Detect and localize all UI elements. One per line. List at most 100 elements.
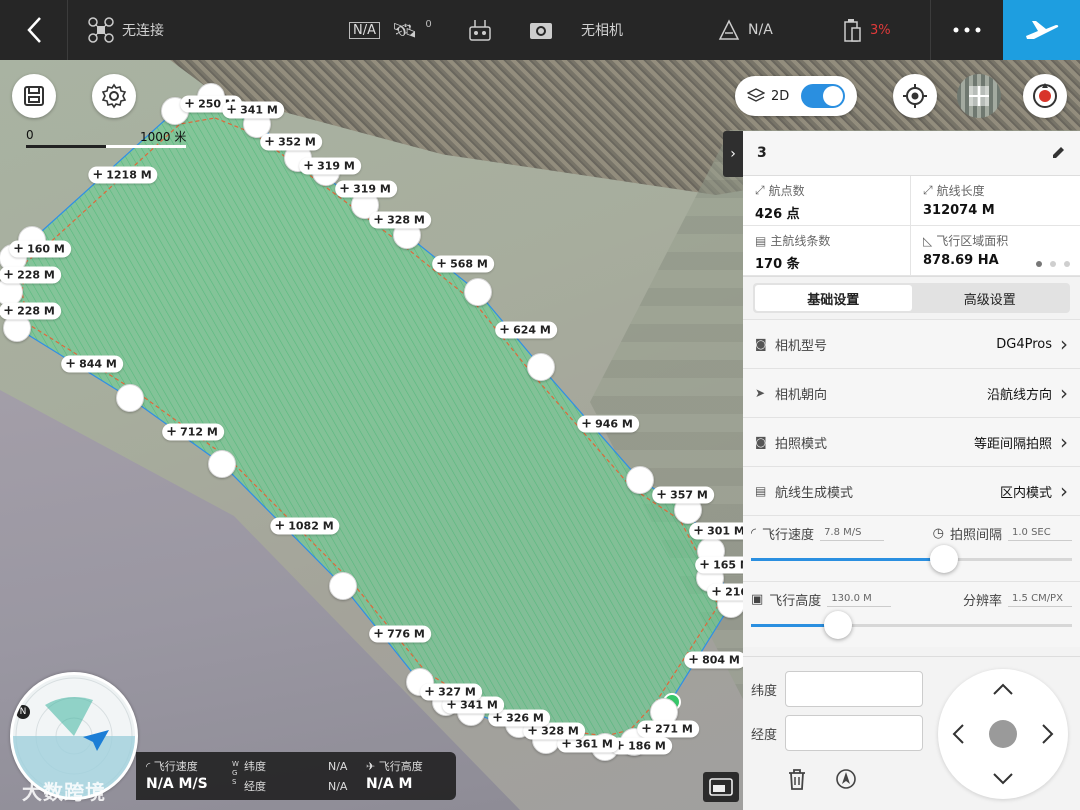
watermark: 大数跨境 <box>22 780 106 804</box>
route-list-icon: ▤ <box>755 233 767 248</box>
distance-text: 776 M <box>387 627 425 641</box>
speed-slider-track[interactable] <box>751 545 1072 573</box>
waypoint-marker[interactable] <box>464 278 492 306</box>
panel-collapse-button[interactable]: › <box>723 131 743 177</box>
distance-text: 1082 M <box>288 519 334 533</box>
add-waypoint-icon: + <box>226 102 238 118</box>
gps-status: N/A <box>718 0 773 60</box>
segment-distance-label[interactable]: +352 M <box>260 133 322 151</box>
delete-waypoint-button[interactable] <box>783 765 811 793</box>
mission-settings-button[interactable] <box>92 74 136 118</box>
segment-distance-label[interactable]: +328 M <box>369 211 431 229</box>
altitude-slider-knob[interactable] <box>823 611 852 639</box>
more-menu-button[interactable] <box>930 0 1003 60</box>
direction-pad-center[interactable] <box>989 720 1017 748</box>
stats-page-indicator[interactable] <box>1036 261 1070 267</box>
waypoint-marker[interactable] <box>208 450 236 478</box>
mission-stats: ⤢ 航点数 426 点 ⤢ 航线长度 312074 M ▤ 主航线条数 170 条 ◺… <box>743 176 1080 277</box>
tab-advanced-settings[interactable]: 高级设置 <box>912 285 1069 311</box>
segment-distance-label[interactable]: +319 M <box>299 157 361 175</box>
segment-distance-label[interactable]: +776 M <box>369 625 431 643</box>
route-generation-mode-row[interactable]: ▤ 航线生成模式 区内模式 › <box>743 466 1080 515</box>
chevron-down-icon <box>993 773 1013 785</box>
back-button[interactable] <box>0 0 68 60</box>
move-right-button[interactable] <box>1036 722 1060 746</box>
move-left-button[interactable] <box>946 722 970 746</box>
segment-distance-label[interactable]: +341 M <box>222 101 284 119</box>
drone-icon <box>88 17 114 43</box>
segment-distance-label[interactable]: +946 M <box>577 415 639 433</box>
waypoint-marker[interactable] <box>626 466 654 494</box>
timer-icon: ◷ <box>932 526 944 541</box>
segment-distance-label[interactable]: +568 M <box>432 255 494 273</box>
move-down-button[interactable] <box>991 767 1015 791</box>
telemetry-lng-value: N/A <box>328 780 348 793</box>
segment-distance-label[interactable]: +357 M <box>652 486 714 504</box>
edit-pencil-icon[interactable] <box>1050 145 1066 161</box>
remote-controller-status <box>468 0 492 60</box>
segment-distance-label[interactable]: +160 M <box>9 240 71 258</box>
waypoint-marker[interactable] <box>116 384 144 412</box>
distance-text: 341 M <box>240 103 278 117</box>
route-list-icon: ▤ <box>755 484 767 498</box>
map-type-button[interactable] <box>957 74 1001 118</box>
save-button[interactable] <box>12 74 56 118</box>
segment-distance-label[interactable]: +712 M <box>162 423 224 441</box>
row-value: 等距间隔拍照 <box>973 436 1052 452</box>
segment-distance-label[interactable]: +186 M <box>610 737 672 755</box>
segment-distance-label[interactable]: +228 M <box>0 266 61 284</box>
start-flight-button[interactable] <box>1003 0 1080 60</box>
segment-distance-label[interactable]: +624 M <box>495 321 557 339</box>
speed-slider-knob[interactable] <box>929 545 958 573</box>
segment-distance-label[interactable]: +228 M <box>0 302 61 320</box>
move-up-button[interactable] <box>991 677 1015 701</box>
add-waypoint-icon: + <box>641 721 653 737</box>
speed-label: 飞行速度 <box>762 528 815 543</box>
fpv-switch-button[interactable] <box>703 772 739 802</box>
gps-signal-icon <box>718 19 740 40</box>
locate-button[interactable] <box>893 74 937 118</box>
connection-status: 无连接 <box>88 0 164 60</box>
battery-percent: 3% <box>870 22 891 38</box>
photo-mode-row[interactable]: ◙ 拍照模式 等距间隔拍照 › <box>743 417 1080 466</box>
waypoint-heading-button[interactable] <box>832 765 860 793</box>
altitude-slider-track[interactable] <box>751 611 1072 639</box>
latitude-field-row: 纬度 <box>751 671 924 707</box>
segment-distance-label[interactable]: +1218 M <box>88 166 158 184</box>
chevron-right-icon: › <box>1060 479 1068 503</box>
segment-distance-label[interactable]: +844 M <box>61 355 123 373</box>
segment-distance-label[interactable]: +319 M <box>335 180 397 198</box>
distance-text: 804 M <box>702 653 740 667</box>
tab-basic-settings[interactable]: 基础设置 <box>755 285 912 311</box>
remote-controller-icon <box>469 20 491 41</box>
add-waypoint-icon: + <box>436 256 448 272</box>
telemetry-lng-label: 经度 <box>244 780 266 793</box>
add-waypoint-icon: + <box>166 424 178 440</box>
add-waypoint-icon: + <box>581 416 593 432</box>
map-scale-bar: 0 1000 米 <box>26 128 196 150</box>
distance-text: 228 M <box>17 304 55 318</box>
distance-text: 624 M <box>513 323 551 337</box>
map-2d-toggle[interactable]: 2D <box>735 76 857 116</box>
longitude-input[interactable] <box>785 715 924 751</box>
navigation-icon <box>836 769 856 789</box>
map-satellite-icon <box>969 86 989 106</box>
segment-distance-label[interactable]: +804 M <box>684 651 746 669</box>
segment-distance-label[interactable]: +301 M <box>689 522 751 540</box>
compass-orientation-button[interactable] <box>1023 74 1067 118</box>
signal-na: N/A <box>349 21 380 39</box>
add-waypoint-icon: + <box>699 557 711 573</box>
toggle-2d-switch[interactable] <box>801 84 846 108</box>
distance-text: 946 M <box>595 417 633 431</box>
segment-distance-label[interactable]: +1082 M <box>270 517 340 535</box>
waypoint-marker[interactable] <box>329 572 357 600</box>
segment-distance-label[interactable]: +271 M <box>637 720 699 738</box>
altitude-plane-icon: ✈ <box>366 760 376 773</box>
camera-status: 无相机 <box>529 0 623 60</box>
latitude-input[interactable] <box>785 671 924 707</box>
waypoint-marker[interactable] <box>527 353 555 381</box>
camera-model-row[interactable]: ◙ 相机型号 DG4Pros › <box>743 319 1080 368</box>
stat-value: 312074 M <box>923 203 995 218</box>
camera-heading-row[interactable]: ➤ 相机朝向 沿航线方向 › <box>743 368 1080 417</box>
segment-distance-label[interactable]: +327 M <box>420 683 482 701</box>
